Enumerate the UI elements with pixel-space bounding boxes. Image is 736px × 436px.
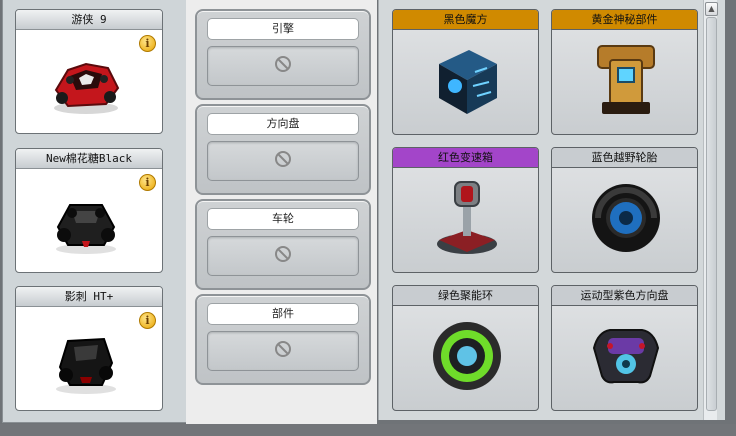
black-cube-icon bbox=[439, 50, 497, 114]
green-wheel-icon bbox=[433, 322, 501, 390]
ban-icon bbox=[275, 151, 291, 167]
item-card[interactable]: 红色变速箱 bbox=[392, 147, 539, 273]
item-name: 绿色聚能环 bbox=[393, 286, 538, 306]
steering-wheel-icon bbox=[592, 329, 660, 384]
info-icon[interactable]: i bbox=[139, 174, 156, 191]
empty-slot[interactable] bbox=[207, 46, 359, 86]
item-grid-scrollbar[interactable]: ▲ bbox=[703, 0, 718, 420]
car-name: 游侠 9 bbox=[16, 10, 162, 30]
ban-icon bbox=[275, 341, 291, 357]
car-card[interactable]: 影刺 HT+ i bbox=[15, 286, 163, 411]
equip-slots-panel: 引擎 方向盘 车轮 部件 bbox=[186, 0, 377, 436]
item-card[interactable]: 运动型紫色方向盘 bbox=[551, 285, 698, 411]
car-list-panel: 游侠 9 i New棉花糖Black i 影刺 HT+ i bbox=[2, 0, 187, 423]
empty-slot[interactable] bbox=[207, 236, 359, 276]
black-kart-icon bbox=[56, 204, 116, 254]
item-card[interactable]: 黑色魔方 bbox=[392, 9, 539, 135]
item-name: 蓝色越野轮胎 bbox=[552, 148, 697, 168]
slot-label: 部件 bbox=[207, 303, 359, 325]
tire-icon bbox=[592, 184, 660, 252]
slot-label: 车轮 bbox=[207, 208, 359, 230]
item-grid-panel: 黑色魔方 黄金神秘部件 红色变速箱 蓝色越野轮胎 绿色聚能环 运动型紫色方向盘 bbox=[378, 0, 725, 420]
info-icon[interactable]: i bbox=[139, 312, 156, 329]
slot-engine[interactable]: 引擎 bbox=[195, 9, 371, 100]
info-icon[interactable]: i bbox=[139, 35, 156, 52]
car-name: 影刺 HT+ bbox=[16, 287, 162, 307]
slot-label: 引擎 bbox=[207, 18, 359, 40]
car-card[interactable]: 游侠 9 i bbox=[15, 9, 163, 134]
empty-slot[interactable] bbox=[207, 141, 359, 181]
gear-shifter-icon bbox=[437, 181, 497, 254]
gold-part-icon bbox=[597, 45, 655, 114]
bottom-frame bbox=[0, 424, 736, 436]
car-card[interactable]: New棉花糖Black i bbox=[15, 148, 163, 273]
slot-label: 方向盘 bbox=[207, 113, 359, 135]
slot-parts[interactable]: 部件 bbox=[195, 294, 371, 385]
item-name: 黄金神秘部件 bbox=[552, 10, 697, 30]
car-name: New棉花糖Black bbox=[16, 149, 162, 169]
slot-wheels[interactable]: 车轮 bbox=[195, 199, 371, 290]
red-kart-icon bbox=[54, 62, 120, 114]
empty-slot[interactable] bbox=[207, 331, 359, 371]
item-card[interactable]: 黄金神秘部件 bbox=[551, 9, 698, 135]
black-kart-icon bbox=[56, 337, 116, 394]
item-name: 红色变速箱 bbox=[393, 148, 538, 168]
item-name: 黑色魔方 bbox=[393, 10, 538, 30]
ban-icon bbox=[275, 246, 291, 262]
item-name: 运动型紫色方向盘 bbox=[552, 286, 697, 306]
ban-icon bbox=[275, 56, 291, 72]
scroll-up-button[interactable]: ▲ bbox=[705, 2, 718, 16]
scroll-thumb[interactable] bbox=[706, 17, 717, 411]
item-card[interactable]: 蓝色越野轮胎 bbox=[551, 147, 698, 273]
slot-steering[interactable]: 方向盘 bbox=[195, 104, 371, 195]
item-card[interactable]: 绿色聚能环 bbox=[392, 285, 539, 411]
